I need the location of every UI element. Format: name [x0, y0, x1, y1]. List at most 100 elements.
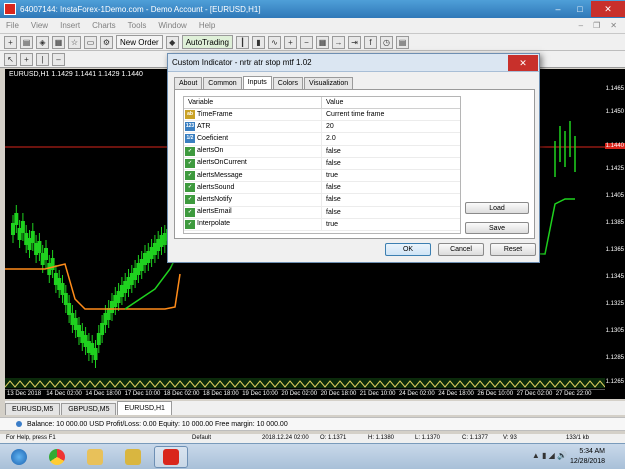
dialog-close-button[interactable]: ✕ — [508, 54, 538, 71]
data-window-icon[interactable]: ▦ — [52, 35, 65, 49]
tab-colors[interactable]: Colors — [272, 77, 304, 89]
new-chart-icon[interactable]: + — [4, 35, 17, 49]
save-button[interactable]: Save — [465, 222, 529, 234]
price-axis: 1.1465 1.1450 1.1440 1.1425 1.1405 1.1385 1.13… — [605, 69, 625, 399]
close-window-button[interactable]: ✕ — [591, 1, 625, 17]
input-variable-cell: ✓ alertsMessage — [184, 169, 322, 182]
input-name: Coeficient — [197, 134, 229, 142]
input-value[interactable]: Current time frame — [322, 109, 384, 120]
input-value[interactable]: 2.0 — [322, 133, 336, 144]
cursor-icon[interactable]: ↖ — [4, 52, 17, 66]
input-value[interactable]: false — [322, 146, 341, 157]
tab-about[interactable]: About — [174, 77, 203, 89]
input-row[interactable]: ✓ Interpolate true — [184, 218, 460, 231]
windows-start-icon — [11, 449, 27, 465]
menu-window[interactable]: Window — [158, 21, 186, 30]
menu-tools[interactable]: Tools — [128, 21, 147, 30]
input-value[interactable]: false — [322, 182, 341, 193]
mdi-restore-button[interactable]: ❐ — [593, 21, 600, 30]
windows-taskbar: ▲ ▮ ◢ 🔊 5:34 AM 12/28/2018 — [0, 443, 625, 469]
number-type-icon: 1/2 — [185, 134, 195, 144]
folder-icon — [87, 449, 103, 465]
tab-gbpusd-m5[interactable]: GBPUSD,M5 — [61, 403, 117, 415]
metatrader-icon — [163, 449, 179, 465]
terminal-icon[interactable]: ▭ — [84, 35, 97, 49]
input-value[interactable]: false — [322, 158, 341, 169]
input-value[interactable]: false — [322, 207, 341, 218]
mdi-close-button[interactable]: ✕ — [610, 21, 617, 30]
navigator-icon[interactable]: ☆ — [68, 35, 81, 49]
taskbar-app[interactable] — [116, 446, 150, 468]
price-tick: 1.1325 — [605, 301, 624, 307]
column-value[interactable]: Value — [322, 97, 343, 108]
input-row[interactable]: ✓ alertsOnCurrent false — [184, 157, 460, 170]
time-tick: 19 Dec 10:00 — [242, 391, 278, 397]
new-order-button[interactable]: New Order — [116, 35, 163, 49]
market-watch-icon[interactable]: ◈ — [36, 35, 49, 49]
input-variable-cell: ✓ alertsOnCurrent — [184, 157, 322, 169]
menu-insert[interactable]: Insert — [60, 21, 80, 30]
bool-type-icon: ✓ — [185, 183, 195, 193]
zoom-out-icon[interactable]: − — [299, 35, 313, 49]
taskbar-chrome[interactable] — [40, 446, 74, 468]
start-button[interactable] — [2, 446, 36, 468]
zoom-in-icon[interactable]: + — [283, 35, 297, 49]
crosshair-icon[interactable]: + — [20, 52, 33, 66]
metaeditor-icon[interactable]: ◆ — [165, 35, 179, 49]
input-value[interactable]: 20 — [322, 121, 334, 132]
candlestick-icon[interactable]: ▮ — [251, 35, 265, 49]
periods-icon[interactable]: ◷ — [379, 35, 393, 49]
input-row[interactable]: 123 ATR 20 — [184, 121, 460, 134]
menu-charts[interactable]: Charts — [92, 21, 116, 30]
templates-icon[interactable]: ▤ — [395, 35, 409, 49]
horizontal-line-icon[interactable]: – — [52, 52, 65, 66]
input-value[interactable]: false — [322, 194, 341, 205]
indicators-icon[interactable]: f — [363, 35, 377, 49]
tab-eurusd-h1[interactable]: EURUSD,H1 — [117, 401, 172, 415]
input-row[interactable]: ✓ alertsSound false — [184, 182, 460, 195]
tile-windows-icon[interactable]: ▦ — [315, 35, 329, 49]
vertical-line-icon[interactable]: | — [36, 52, 49, 66]
profiles-icon[interactable]: ▤ — [20, 35, 33, 49]
load-button[interactable]: Load — [465, 202, 529, 214]
time-tick: 24 Dec 02:00 — [399, 391, 435, 397]
inputs-grid: Variable Value ab TimeFrame Current time f… — [183, 96, 461, 234]
status-volume: V: 93 — [503, 435, 517, 441]
system-tray-icons[interactable]: ▲ ▮ ◢ 🔊 — [532, 451, 567, 460]
tab-visualization[interactable]: Visualization — [304, 77, 354, 89]
taskbar-explorer[interactable] — [78, 446, 112, 468]
autoscroll-icon[interactable]: → — [331, 35, 345, 49]
input-row[interactable]: ab TimeFrame Current time frame — [184, 109, 460, 122]
taskbar-metatrader[interactable] — [154, 446, 188, 468]
input-row[interactable]: ✓ alertsOn false — [184, 145, 460, 158]
column-variable[interactable]: Variable — [184, 97, 322, 108]
strategy-tester-icon[interactable]: ⚙ — [100, 35, 113, 49]
input-row[interactable]: ✓ alertsEmail false — [184, 206, 460, 219]
nrtr-stop-down-line — [5, 263, 181, 310]
minimize-button[interactable]: – — [547, 1, 569, 17]
tab-eurusd-m5[interactable]: EURUSD,M5 — [5, 403, 61, 415]
maximize-button[interactable]: □ — [569, 1, 591, 17]
mdi-minimize-button[interactable]: – — [579, 21, 583, 30]
bar-chart-icon[interactable]: ┃ — [235, 35, 249, 49]
input-value[interactable]: true — [322, 219, 338, 230]
tab-inputs[interactable]: Inputs — [242, 76, 272, 89]
price-tick: 1.1285 — [605, 355, 624, 361]
autotrading-button[interactable]: AutoTrading — [181, 35, 233, 49]
input-row[interactable]: 1/2 Coeficient 2.0 — [184, 133, 460, 146]
input-row[interactable]: ✓ alertsNotify false — [184, 194, 460, 207]
ok-button[interactable]: OK — [385, 243, 431, 256]
tab-common[interactable]: Common — [203, 77, 242, 89]
menu-help[interactable]: Help — [199, 21, 215, 30]
input-value[interactable]: true — [322, 170, 338, 181]
time-tick: 27 Dec 02:00 — [516, 391, 553, 397]
time-tick: 27 Dec 22:00 — [555, 391, 592, 397]
menu-file[interactable]: File — [6, 21, 19, 30]
system-clock[interactable]: 5:34 AM 12/28/2018 — [570, 447, 605, 467]
input-row[interactable]: ✓ alertsMessage true — [184, 169, 460, 183]
menu-view[interactable]: View — [31, 21, 48, 30]
reset-button[interactable]: Reset — [490, 243, 536, 256]
line-chart-icon[interactable]: ∿ — [267, 35, 281, 49]
cancel-button[interactable]: Cancel — [438, 243, 484, 256]
chart-shift-icon[interactable]: ⇥ — [347, 35, 361, 49]
